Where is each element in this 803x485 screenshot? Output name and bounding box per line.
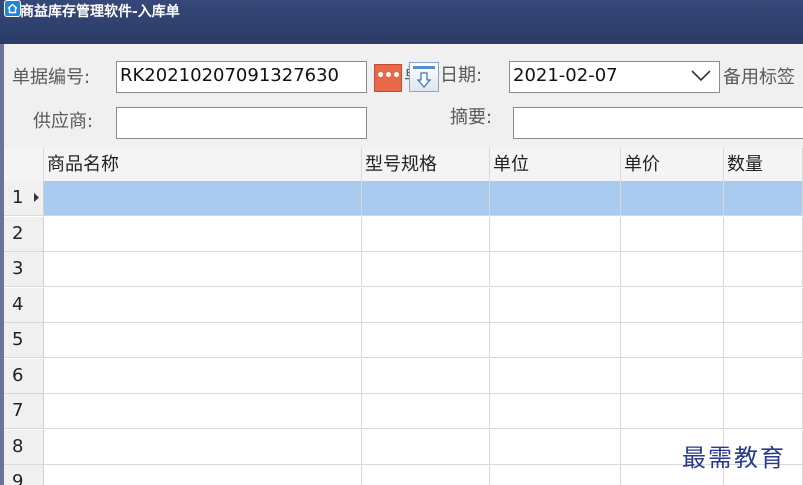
row-number[interactable]: 8 [4,429,44,464]
table-row[interactable]: 6 [4,358,803,394]
current-row-indicator-icon [34,193,39,202]
title-bar: 商益库存管理软件-入库单 [0,0,803,44]
table-cell[interactable] [724,394,803,428]
row-header-corner [4,148,44,181]
table-row[interactable]: 3 [4,252,803,287]
table-cell[interactable] [621,394,724,428]
down-arrow-icon [417,72,431,88]
table-row[interactable]: 1 [4,181,803,216]
row-number[interactable]: 7 [4,394,44,428]
watermark: 最需教育 [682,444,786,472]
table-cell[interactable] [724,181,803,215]
doc-date-picker[interactable]: 2021-02-07 [509,61,720,93]
supplier-label: 供应商: [33,111,94,132]
table-cell[interactable] [362,358,490,393]
table-cell[interactable] [490,181,621,215]
table-cell[interactable] [490,216,621,251]
table-cell[interactable] [362,323,490,357]
table-cell[interactable] [621,216,724,251]
grid-header: 商品名称 型号规格 单位 单价 数量 [4,148,803,182]
table-cell[interactable] [490,358,621,393]
table-row[interactable]: 7 [4,394,803,429]
table-cell[interactable] [44,323,362,357]
table-cell[interactable] [724,323,803,357]
backup-tag-label: 备用标签 [723,67,795,88]
entry-form: 单据编号: RK20210207091327630 单据日期: 2021-02-… [0,44,803,148]
table-cell[interactable] [724,358,803,393]
table-cell[interactable] [362,465,490,485]
doc-no-field[interactable]: RK20210207091327630 [116,61,367,93]
table-cell[interactable] [490,394,621,428]
table-cell[interactable] [362,216,490,251]
table-cell[interactable] [724,252,803,286]
table-cell[interactable] [490,465,621,485]
toolbar-stripe [413,66,435,69]
doc-no-label: 单据编号: [12,67,91,88]
item-grid: 商品名称 型号规格 单位 单价 数量 123456789 [0,148,803,485]
row-number[interactable]: 9 [4,465,44,485]
window-title: 商益库存管理软件-入库单 [20,4,180,20]
table-cell[interactable] [621,287,724,322]
table-cell[interactable] [44,216,362,251]
column-header-price[interactable]: 单价 [621,148,724,181]
table-cell[interactable] [621,252,724,286]
table-cell[interactable] [362,181,490,215]
table-cell[interactable] [621,358,724,393]
row-number[interactable]: 6 [4,358,44,393]
table-cell[interactable] [490,287,621,322]
summary-field[interactable] [513,107,803,139]
row-number[interactable]: 4 [4,287,44,322]
table-row[interactable]: 2 [4,216,803,252]
table-cell[interactable] [362,429,490,464]
table-cell[interactable] [490,429,621,464]
import-button[interactable] [409,62,439,92]
select-supplier-button[interactable]: ••• [374,64,402,92]
table-cell[interactable] [490,323,621,357]
summary-label: 摘要: [450,107,493,128]
row-number[interactable]: 3 [4,252,44,286]
table-cell[interactable] [44,287,362,322]
doc-date-value: 2021-02-07 [513,65,618,86]
supplier-field[interactable] [116,107,367,139]
table-cell[interactable] [44,358,362,393]
table-cell[interactable] [362,394,490,428]
table-cell[interactable] [362,287,490,322]
column-header-quantity[interactable]: 数量 [724,148,803,181]
table-cell[interactable] [44,465,362,485]
row-number[interactable]: 2 [4,216,44,251]
column-header-name[interactable]: 商品名称 [44,148,362,181]
row-number[interactable]: 5 [4,323,44,357]
table-cell[interactable] [724,287,803,322]
chevron-down-icon[interactable] [691,70,711,82]
table-cell[interactable] [44,252,362,286]
table-cell[interactable] [362,252,490,286]
table-cell[interactable] [44,394,362,428]
table-cell[interactable] [724,216,803,251]
table-cell[interactable] [44,181,362,215]
column-header-spec[interactable]: 型号规格 [362,148,490,181]
table-cell[interactable] [490,252,621,286]
table-row[interactable]: 4 [4,287,803,323]
table-cell[interactable] [621,323,724,357]
table-row[interactable]: 5 [4,323,803,358]
column-header-unit[interactable]: 单位 [490,148,621,181]
table-cell[interactable] [621,181,724,215]
table-cell[interactable] [44,429,362,464]
app-home-icon [4,0,21,17]
